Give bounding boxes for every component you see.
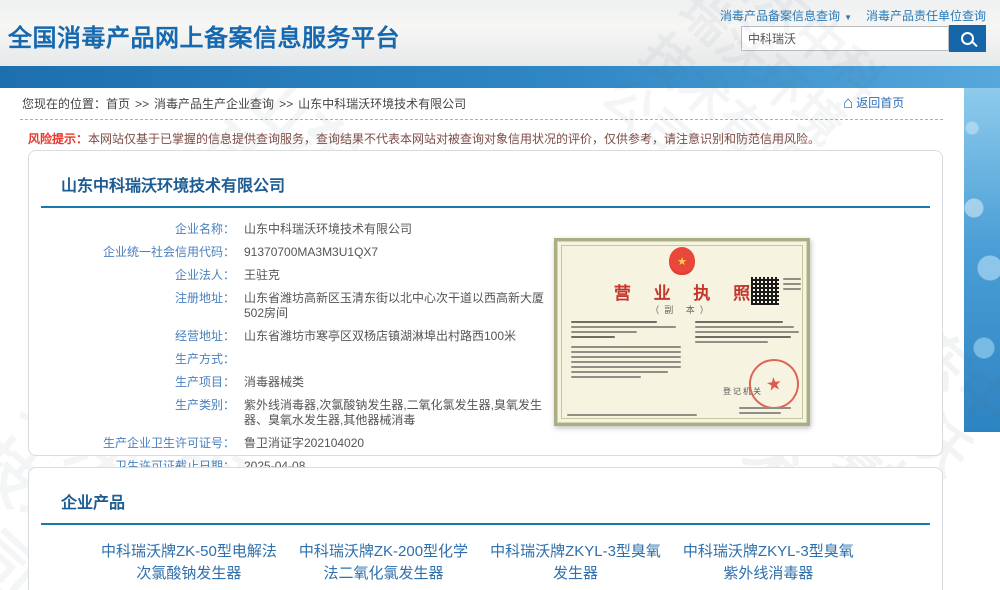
field-value: 山东省潍坊高新区玉清东街以北中心次干道以西高新大厦502房间 bbox=[244, 291, 556, 321]
license-left-text bbox=[571, 321, 681, 381]
product-link-zkyl3-ozone[interactable]: 中科瑞沃牌ZKYL-3型臭氧 发生器 bbox=[490, 541, 661, 585]
field-label: 企业名称： bbox=[29, 222, 235, 237]
field-value: 山东中科瑞沃环境技术有限公司 bbox=[244, 222, 556, 237]
field-label: 企业统一社会信用代码： bbox=[29, 245, 235, 260]
product-link-zkyl3-uv[interactable]: 中科瑞沃牌ZKYL-3型臭氧 紫外线消毒器 bbox=[683, 541, 854, 585]
search-bar bbox=[741, 25, 986, 52]
search-input[interactable] bbox=[741, 26, 949, 51]
product-name-line: 法二氧化氯发生器 bbox=[323, 565, 443, 582]
site-title: 全国消毒产品网上备案信息服务平台 bbox=[8, 18, 400, 53]
search-icon bbox=[961, 32, 974, 45]
panel-divider bbox=[41, 523, 930, 525]
company-info-panel: 山东中科瑞沃环境技术有限公司 企业名称： 山东中科瑞沃环境技术有限公司 企业统一… bbox=[28, 150, 943, 456]
top-nav: 消毒产品备案信息查询 ▼ 消毒产品责任单位查询 bbox=[720, 7, 986, 24]
field-label: 生产类别： bbox=[29, 398, 235, 428]
license-right-text bbox=[695, 321, 799, 346]
top-header: 全国消毒产品网上备案信息服务平台 消毒产品备案信息查询 ▼ 消毒产品责任单位查询 bbox=[0, 0, 1000, 66]
field-value: 91370700MA3M3U1QX7 bbox=[244, 245, 556, 260]
back-home-link[interactable]: ⌂ 返回首页 bbox=[843, 94, 904, 111]
breadcrumb-prefix: 您现在的位置： bbox=[22, 97, 106, 111]
product-name-line: 中科瑞沃牌ZK-200型化学 bbox=[299, 543, 468, 560]
field-row-company-name: 企业名称： 山东中科瑞沃环境技术有限公司 bbox=[29, 222, 942, 237]
field-value bbox=[244, 352, 556, 367]
products-panel: 企业产品 中科瑞沃牌ZK-50型电解法 次氯酸钠发生器 中科瑞沃牌ZK-200型… bbox=[28, 467, 943, 590]
license-qr-caption bbox=[783, 278, 801, 293]
license-footer-lines bbox=[567, 414, 697, 419]
product-name-line: 中科瑞沃牌ZKYL-3型臭氧 bbox=[683, 543, 854, 560]
decorative-side-image bbox=[964, 88, 1000, 432]
home-icon: ⌂ bbox=[843, 96, 853, 110]
breadcrumb-home[interactable]: 首页 bbox=[106, 97, 130, 111]
field-value: 消毒器械类 bbox=[244, 375, 556, 390]
company-name-heading: 山东中科瑞沃环境技术有限公司 bbox=[61, 172, 942, 196]
nav-responsible-unit-query[interactable]: 消毒产品责任单位查询 bbox=[866, 9, 986, 23]
header-accent-bar bbox=[0, 66, 1000, 88]
risk-notice-text: 本网站仅基于已掌握的信息提供查询服务，查询结果不代表本网站对被查询对象信用状况的… bbox=[88, 132, 820, 146]
breadcrumb-enterprise-query[interactable]: 消毒产品生产企业查询 bbox=[154, 97, 274, 111]
search-button[interactable] bbox=[949, 25, 986, 52]
business-license-image: ★ 营 业 执 照 （副 本） 登记机关 ★ bbox=[554, 238, 810, 426]
product-name-line: 中科瑞沃牌ZKYL-3型臭氧 bbox=[490, 543, 661, 560]
back-home-label: 返回首页 bbox=[856, 94, 904, 111]
field-value: 紫外线消毒器,次氯酸钠发生器,二氧化氯发生器,臭氧发生器、臭氧水发生器,其他器械… bbox=[244, 398, 556, 428]
field-label: 企业法人： bbox=[29, 268, 235, 283]
risk-notice-label: 风险提示： bbox=[28, 132, 88, 146]
field-label: 经营地址： bbox=[29, 329, 235, 344]
field-label: 注册地址： bbox=[29, 291, 235, 321]
qr-code-icon bbox=[751, 277, 779, 305]
product-name-line: 中科瑞沃牌ZK-50型电解法 bbox=[101, 543, 277, 560]
page: 山东中科瑞沃环境技术有限公司 山东中科瑞沃环境技术有限公司 山东中科瑞沃环境技术… bbox=[0, 0, 1000, 590]
breadcrumb-separator: >> bbox=[135, 97, 149, 111]
breadcrumb-current: 山东中科瑞沃环境技术有限公司 bbox=[298, 97, 466, 111]
product-link-zk200[interactable]: 中科瑞沃牌ZK-200型化学 法二氧化氯发生器 bbox=[299, 541, 468, 585]
panel-divider bbox=[41, 206, 930, 208]
field-label: 生产方式： bbox=[29, 352, 235, 367]
product-list: 中科瑞沃牌ZK-50型电解法 次氯酸钠发生器 中科瑞沃牌ZK-200型化学 法二… bbox=[101, 541, 942, 585]
nav-record-info-query[interactable]: 消毒产品备案信息查询 bbox=[720, 9, 840, 23]
risk-notice: 风险提示：本网站仅基于已掌握的信息提供查询服务，查询结果不代表本网站对被查询对象… bbox=[28, 130, 820, 147]
field-value: 鲁卫消证字202104020 bbox=[244, 436, 556, 451]
field-row-hygiene-license-no: 生产企业卫生许可证号： 鲁卫消证字202104020 bbox=[29, 436, 942, 451]
field-label: 生产项目： bbox=[29, 375, 235, 390]
product-link-zk50[interactable]: 中科瑞沃牌ZK-50型电解法 次氯酸钠发生器 bbox=[101, 541, 277, 585]
chevron-down-icon: ▼ bbox=[844, 13, 852, 22]
breadcrumb: 您现在的位置：首页 >> 消毒产品生产企业查询 >> 山东中科瑞沃环境技术有限公司 bbox=[22, 95, 466, 112]
field-value: 王驻克 bbox=[244, 268, 556, 283]
product-name-line: 紫外线消毒器 bbox=[723, 565, 813, 582]
product-name-line: 发生器 bbox=[553, 565, 598, 582]
national-emblem-icon: ★ bbox=[669, 247, 695, 275]
products-heading: 企业产品 bbox=[61, 489, 942, 513]
breadcrumb-separator: >> bbox=[279, 97, 293, 111]
dashed-divider bbox=[20, 119, 943, 120]
license-date-lines bbox=[739, 407, 791, 417]
field-value: 山东省潍坊市寒亭区双杨店镇湖淋埠出村路西100米 bbox=[244, 329, 556, 344]
field-label: 生产企业卫生许可证号： bbox=[29, 436, 235, 451]
product-name-line: 次氯酸钠发生器 bbox=[136, 565, 241, 582]
